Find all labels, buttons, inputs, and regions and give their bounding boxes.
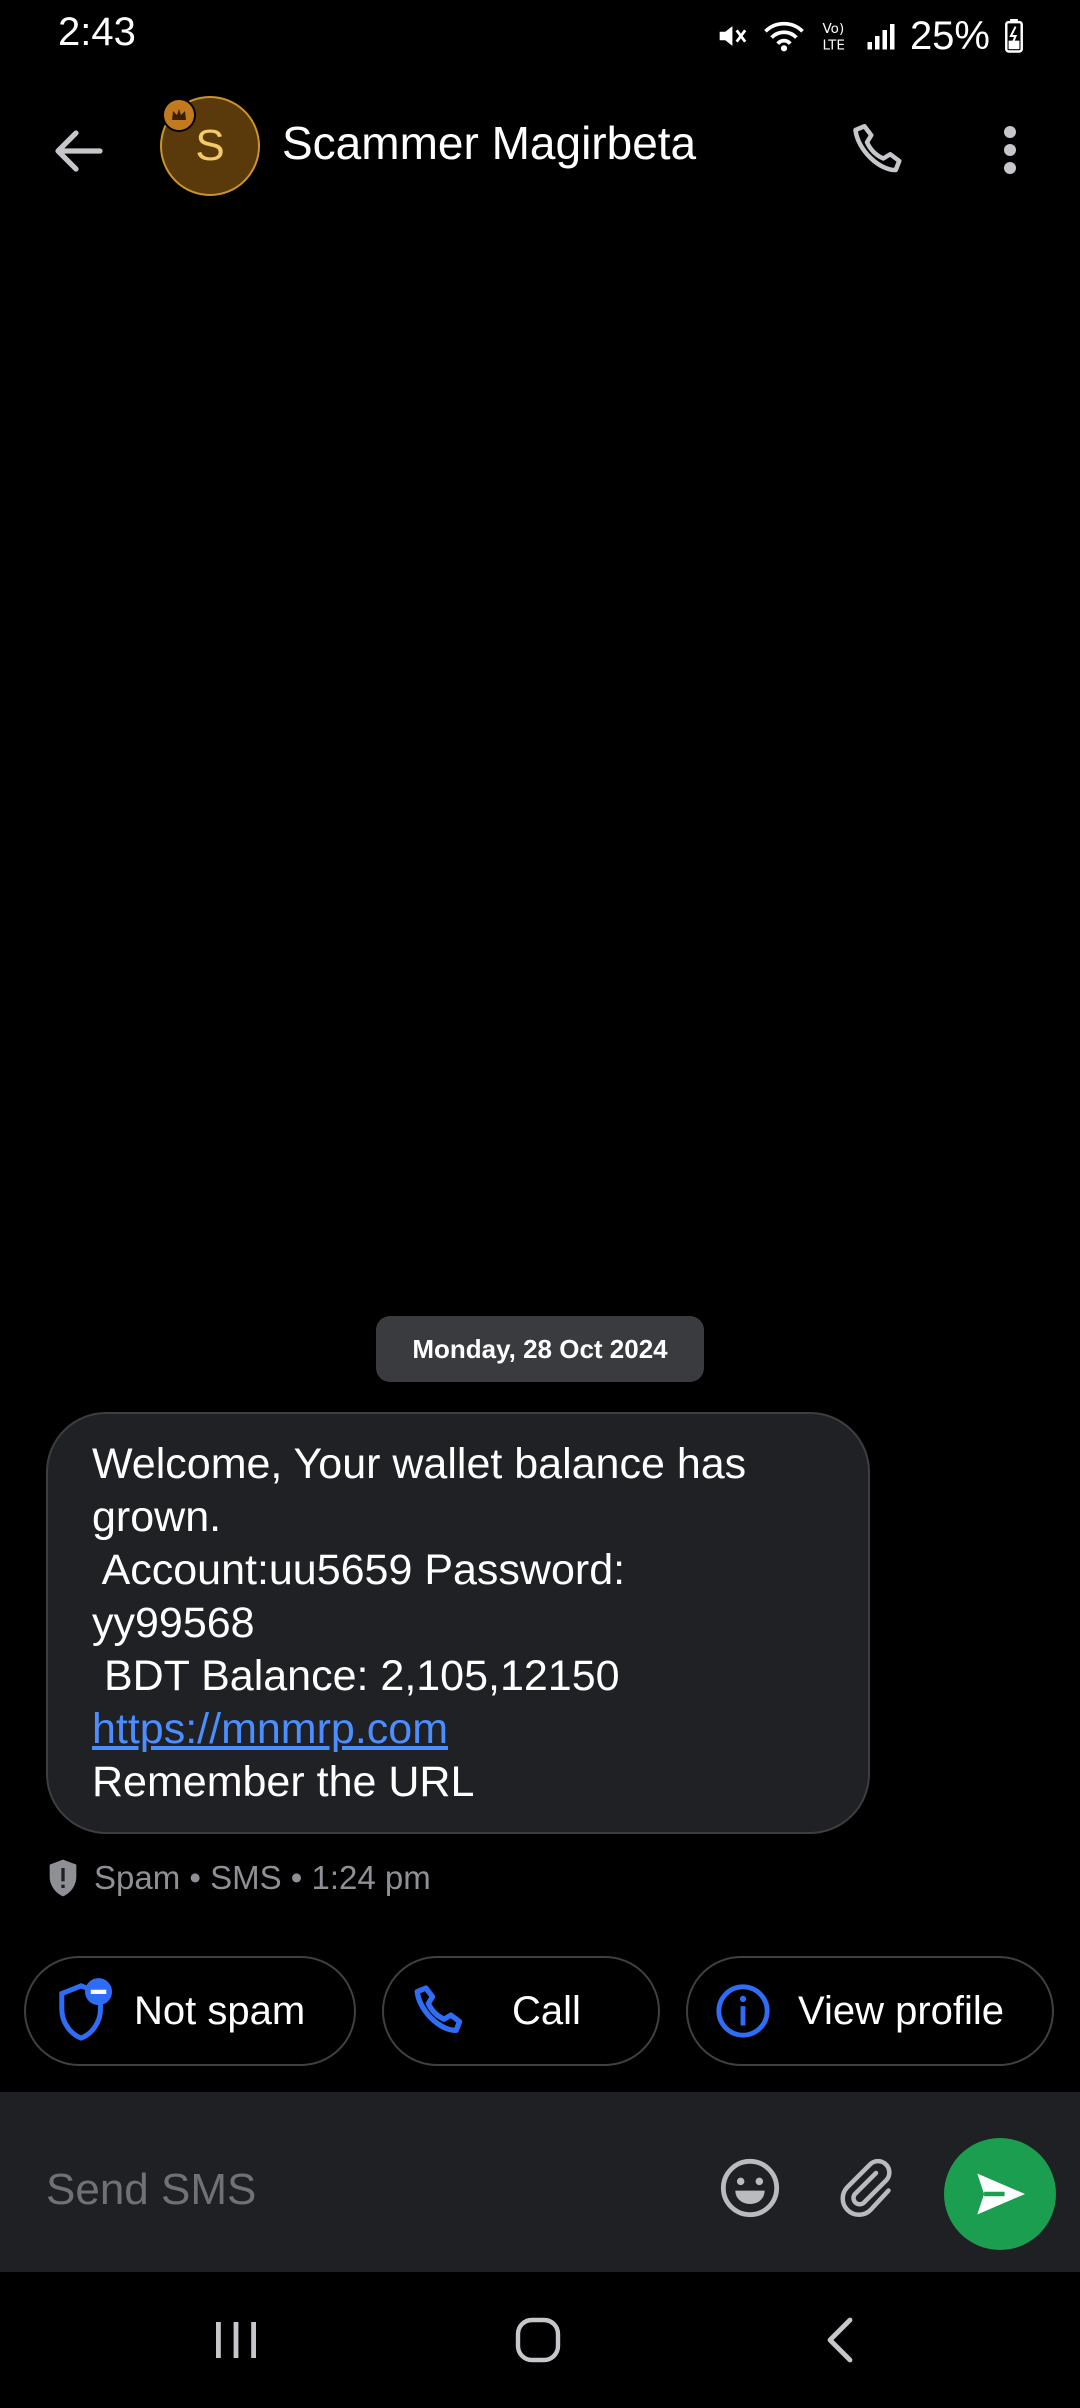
status-time: 2:43 [58, 10, 136, 54]
recents-icon [216, 2322, 256, 2358]
spam-shield-icon [49, 1859, 77, 1897]
more-vert-icon [1004, 126, 1016, 174]
message-line: BDT Balance: 2,105,12150 [92, 1652, 620, 1700]
sms-input[interactable] [46, 2150, 686, 2230]
message-meta-text: Spam • SMS • 1:24 pm [94, 1859, 431, 1896]
date-separator: Monday, 28 Oct 2024 [376, 1316, 704, 1382]
send-button[interactable] [944, 2138, 1056, 2250]
paperclip-icon [840, 2158, 892, 2218]
message-composer [0, 2092, 1080, 2272]
battery-icon [1004, 19, 1024, 53]
contact-name[interactable]: Scammer Magirbeta [282, 116, 696, 170]
message-line: yy99568 [92, 1599, 255, 1647]
avatar-letter: S [195, 121, 225, 170]
chevron-left-icon [827, 2317, 853, 2363]
message-line: Remember the URL [92, 1758, 475, 1806]
send-icon [977, 2173, 1025, 2215]
emoji-icon [720, 2158, 780, 2218]
emoji-button[interactable] [710, 2144, 790, 2232]
battery-percent: 25% [909, 13, 990, 58]
message-meta: Spam • SMS • 1:24 pm [46, 1856, 431, 1900]
svg-text:Vo): Vo) [822, 21, 844, 37]
info-icon [714, 1982, 772, 2040]
attach-button[interactable] [826, 2144, 906, 2232]
call-icon [410, 1982, 468, 2040]
view-profile-button[interactable]: View profile [686, 1956, 1054, 2066]
phone-icon [853, 124, 902, 173]
back-button[interactable] [40, 116, 116, 186]
status-icons: Vo) LTE 25% [714, 12, 1024, 60]
not-spam-label: Not spam [134, 1988, 306, 2033]
message-line: Account:uu5659 Password: [92, 1546, 626, 1594]
wifi-icon [762, 19, 806, 53]
crown-icon [162, 98, 196, 132]
svg-text:LTE: LTE [822, 38, 844, 54]
more-options-button[interactable] [980, 110, 1040, 190]
message-link[interactable]: https://mnmrp.com [92, 1703, 824, 1756]
header-call-button[interactable] [838, 110, 918, 190]
home-button[interactable] [488, 2300, 588, 2380]
volte-icon: Vo) LTE [820, 18, 852, 54]
shield-minus-icon [56, 1978, 114, 2044]
back-arrow-icon [55, 130, 103, 172]
message-line: Welcome, Your wallet balance has [92, 1440, 747, 1488]
conversation-header: S Scammer Magirbeta [0, 76, 1080, 216]
signal-icon [866, 21, 896, 51]
call-label: Call [512, 1988, 581, 2033]
not-spam-button[interactable]: Not spam [24, 1956, 356, 2066]
view-profile-label: View profile [798, 1988, 1005, 2033]
home-icon [515, 2317, 561, 2363]
navigation-bar [0, 2272, 1080, 2408]
recents-button[interactable] [186, 2300, 286, 2380]
status-bar: 2:43 Vo) LTE 25% [0, 0, 1080, 76]
call-button[interactable]: Call [382, 1956, 660, 2066]
message-line: grown. [92, 1493, 222, 1541]
contact-avatar[interactable]: S [160, 96, 260, 196]
message-bubble[interactable]: Welcome, Your wallet balance has grown. … [46, 1412, 870, 1834]
mute-icon [714, 19, 748, 53]
system-back-button[interactable] [790, 2300, 890, 2380]
